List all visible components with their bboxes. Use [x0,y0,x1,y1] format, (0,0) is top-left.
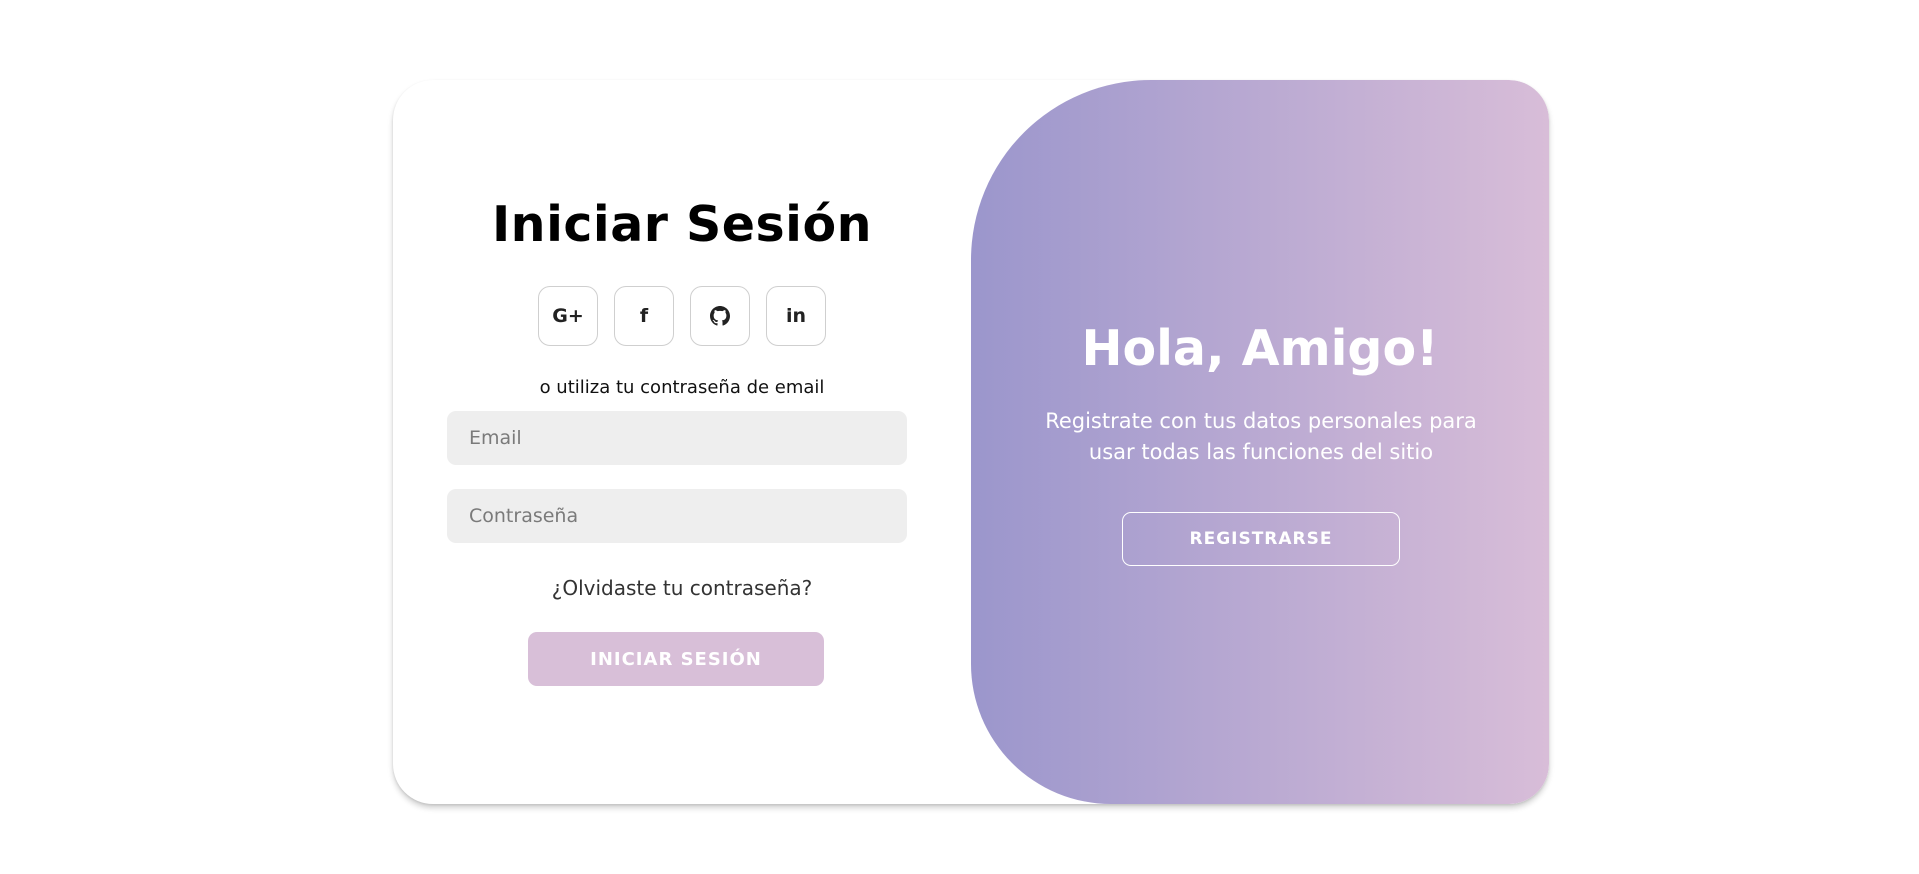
signup-panel: Hola, Amigo! Registrate con tus datos pe… [971,80,1549,804]
linkedin-icon: in [785,305,807,327]
email-input[interactable] [447,411,907,465]
auth-card: Iniciar Sesión G+ f in o utiliza tu cont… [393,80,1549,804]
linkedin-button[interactable]: in [766,286,826,346]
signup-description: Registrate con tus datos personales para… [1045,409,1477,464]
email-alt-text: o utiliza tu contraseña de email [539,377,825,398]
login-panel: Iniciar Sesión G+ f in o utiliza tu cont… [393,80,971,804]
social-login-row: G+ f in [393,286,971,346]
google-plus-icon: G+ [552,305,584,327]
login-button[interactable]: INICIAR SESIÓN [528,632,824,686]
password-input[interactable] [447,489,907,543]
facebook-icon: f [639,305,649,327]
github-icon [710,306,730,326]
github-button[interactable] [690,286,750,346]
forgot-password-link[interactable]: ¿Olvidaste tu contraseña? [393,576,971,600]
login-title: Iniciar Sesión [491,196,873,253]
signup-title: Hola, Amigo! [1081,320,1439,377]
google-plus-button[interactable]: G+ [538,286,598,346]
signup-button[interactable]: REGISTRARSE [1122,512,1400,566]
facebook-button[interactable]: f [614,286,674,346]
